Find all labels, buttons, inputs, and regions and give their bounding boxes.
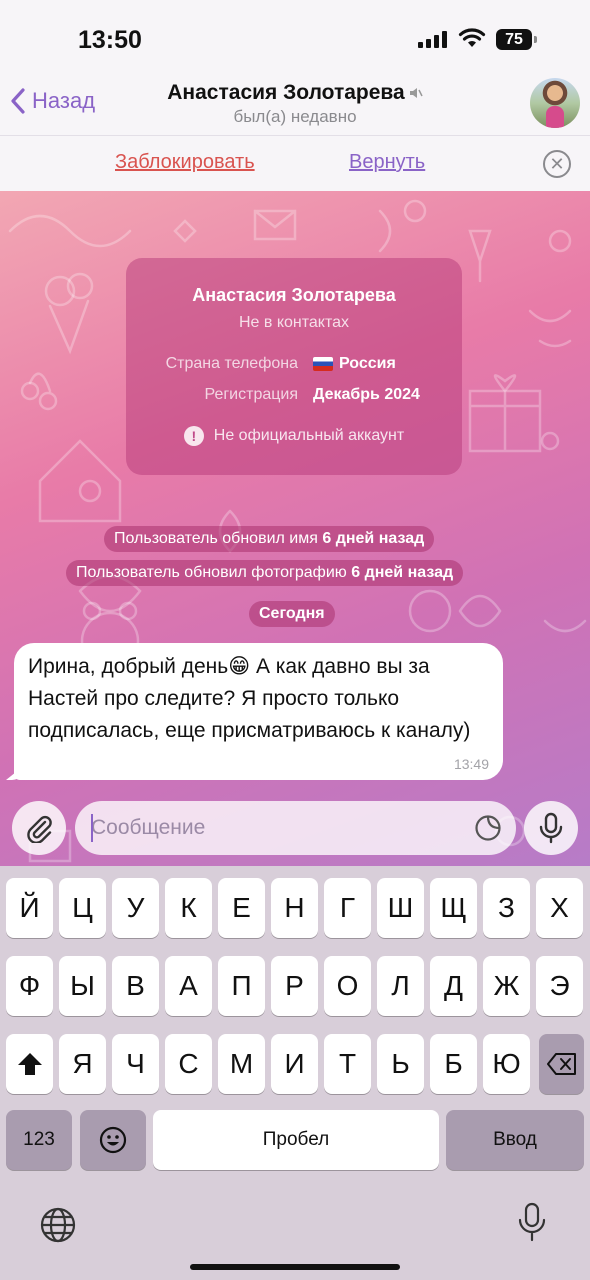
key[interactable]: Й [6,878,53,938]
keyboard: Й Ц У К Е Н Г Ш Щ З Х Ф Ы В А П Р О Л Д … [0,866,590,1280]
microphone-icon [539,812,563,844]
key[interactable]: Р [271,956,318,1016]
info-card-status: Не в контактах [238,314,350,331]
space-key[interactable]: Пробел [153,1110,439,1170]
registration-value: Декабрь 2024 [313,386,420,403]
key[interactable]: Д [430,956,477,1016]
key[interactable]: Ж [483,956,530,1016]
voice-message-button[interactable] [524,801,578,855]
contact-info-card: Анастасия Золотарева Не в контактах Стра… [126,258,462,475]
phone-country-value: Россия [313,355,396,373]
key[interactable]: У [112,878,159,938]
home-indicator[interactable] [190,1264,400,1270]
chat-title-area[interactable]: Анастасия Золотарева был(а) недавно [0,81,590,127]
key[interactable]: С [165,1034,212,1094]
chat-subtitle: был(а) недавно [233,107,357,126]
restore-button[interactable]: Вернуть [349,151,425,174]
message-input[interactable] [91,801,461,855]
status-bar: 13:50 75 [0,0,590,80]
key[interactable]: М [218,1034,265,1094]
key[interactable]: Э [536,956,583,1016]
sticker-icon[interactable] [474,814,502,842]
key[interactable]: З [483,878,530,938]
block-button[interactable]: Заблокировать [115,151,255,174]
key[interactable]: Я [59,1034,106,1094]
unofficial-warning: ! Не официальный аккаунт [126,426,462,446]
chat-title: Анастасия Золотарева [167,81,405,104]
backspace-icon [546,1053,576,1075]
warning-text: Не официальный аккаунт [213,427,405,444]
key[interactable]: Б [430,1034,477,1094]
key[interactable]: Л [377,956,424,1016]
wifi-icon [458,28,486,47]
service-message-name-change: Пользователь обновил имя 6 дней назад [104,526,435,552]
key[interactable]: П [218,956,265,1016]
key[interactable]: Т [324,1034,371,1094]
phone-country-label: Страна телефона [165,355,298,372]
incoming-message[interactable]: Ирина, добрый день😁 А как давно вы за На… [14,643,503,780]
key[interactable]: Е [218,878,265,938]
attach-button[interactable] [12,801,66,855]
status-time: 13:50 [78,26,142,54]
message-input-wrap[interactable] [75,801,516,855]
emoji-icon [99,1126,127,1154]
registration-label: Регистрация [204,386,298,403]
dictation-microphone-icon[interactable] [518,1202,546,1242]
key[interactable]: И [271,1034,318,1094]
key[interactable]: Ц [59,878,106,938]
info-card-name: Анастасия Золотарева [192,285,396,305]
key[interactable]: Ч [112,1034,159,1094]
key[interactable]: Ш [377,878,424,938]
key[interactable]: Г [324,878,371,938]
chat-header: Назад Анастасия Золотарева был(а) недавн… [0,75,590,135]
globe-icon[interactable] [39,1206,77,1244]
emoji-key[interactable] [80,1110,146,1170]
key[interactable]: А [165,956,212,1016]
shift-icon [17,1053,42,1075]
exclamation-icon: ! [183,426,204,446]
key[interactable]: Ю [483,1034,530,1094]
key[interactable]: Ф [6,956,53,1016]
shift-key[interactable] [6,1034,53,1094]
key[interactable]: Н [271,878,318,938]
cellular-signal-icon [418,31,447,48]
service-message-photo-change: Пользователь обновил фотографию 6 дней н… [66,560,464,586]
delete-key[interactable] [539,1034,584,1094]
battery-icon: 75 [496,29,537,50]
action-bar: Заблокировать Вернуть ✕ [0,135,590,191]
key[interactable]: Х [536,878,583,938]
key[interactable]: О [324,956,371,1016]
key[interactable]: В [112,956,159,1016]
muted-speaker-icon [409,88,423,98]
avatar[interactable] [530,78,580,128]
key[interactable]: Ь [377,1034,424,1094]
message-text: Ирина, добрый день😁 А как давно вы за На… [28,655,471,742]
key[interactable]: Щ [430,878,477,938]
phone-country-text: Россия [339,355,396,372]
numbers-key[interactable]: 123 [6,1110,72,1170]
battery-level: 75 [505,30,523,48]
message-time: 13:49 [453,756,489,772]
paperclip-icon [27,815,52,843]
text-caret [91,814,93,842]
date-separator: Сегодня [249,601,335,627]
return-key[interactable]: Ввод [446,1110,584,1170]
chat-area: Анастасия Золотарева Не в контактах Стра… [0,191,590,871]
russia-flag-icon [313,357,333,371]
key[interactable]: К [165,878,212,938]
key[interactable]: Ы [59,956,106,1016]
close-icon[interactable]: ✕ [543,150,571,178]
